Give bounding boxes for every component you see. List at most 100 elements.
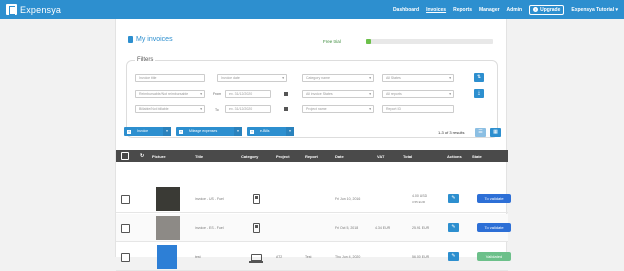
- ebills-button[interactable]: + e-Bills ▾: [247, 127, 294, 136]
- free-trial-label: Free trial: [323, 39, 341, 44]
- row-title[interactable]: invoice - US - Fuel: [195, 197, 224, 201]
- fuel-icon: [253, 223, 260, 233]
- col-actions: Actions: [447, 154, 462, 159]
- plus-icon: +: [127, 129, 131, 134]
- col-picture[interactable]: Picture: [152, 154, 166, 159]
- top-navbar: Expensya Dashboard Invoices Reports Mana…: [0, 0, 624, 19]
- document-icon: [128, 36, 133, 43]
- brand-name: Expensya: [20, 4, 62, 15]
- laptop-icon: [249, 254, 263, 263]
- row-date: Thu Jun 4, 2020: [335, 255, 361, 259]
- row-date: Fri Oct 5, 2018: [335, 226, 359, 230]
- table-row[interactable]: invoice - US - Fuel Fri Jun 10, 2016 4.0…: [116, 185, 511, 213]
- col-state[interactable]: State: [472, 154, 482, 159]
- edit-button[interactable]: ✎: [448, 223, 459, 232]
- nav-dashboard[interactable]: Dashboard: [393, 7, 419, 13]
- invoice-date-select[interactable]: Invoice date: [217, 74, 287, 82]
- calendar-icon[interactable]: [284, 107, 288, 111]
- nav-invoices[interactable]: Invoices: [426, 7, 446, 13]
- plus-icon: +: [179, 129, 183, 134]
- row-checkbox[interactable]: [121, 253, 130, 262]
- fuel-icon: [253, 194, 260, 204]
- col-category[interactable]: Category: [241, 154, 258, 159]
- row-vat: 4.34 EUR: [375, 226, 391, 230]
- from-label: From: [213, 92, 222, 96]
- report-id-input[interactable]: Report ID: [382, 105, 454, 113]
- state-badge[interactable]: To validate: [477, 194, 511, 203]
- from-date-input[interactable]: ex. 31/12/2020: [225, 90, 271, 98]
- filters-label: Filters: [135, 57, 156, 63]
- invoice-states-select[interactable]: All invoice States: [302, 90, 374, 98]
- row-report: Test: [305, 255, 312, 259]
- category-select[interactable]: Category name: [302, 74, 374, 82]
- page-title: My invoices: [128, 36, 173, 43]
- table-header: ↻ Picture Title Category Project Report …: [116, 150, 508, 162]
- table-row[interactable]: invoice - ES - Fuel Fri Oct 5, 2018 4.34…: [116, 214, 511, 242]
- project-select[interactable]: Project name: [302, 105, 374, 113]
- col-total[interactable]: Total: [403, 154, 412, 159]
- calendar-icon[interactable]: [284, 92, 288, 96]
- edit-button[interactable]: ✎: [448, 194, 459, 203]
- ebills-button-label: e-Bills: [260, 129, 270, 133]
- refresh-icon[interactable]: ↻: [140, 153, 144, 159]
- invoice-button[interactable]: + Invoice ▾: [124, 127, 171, 136]
- state-badge[interactable]: To validate: [477, 223, 511, 232]
- receipt-thumbnail[interactable]: [156, 187, 180, 211]
- upgrade-button[interactable]: ↑ Upgrade: [529, 4, 565, 15]
- invoice-button-label: Invoice: [137, 129, 149, 133]
- row-title[interactable]: test: [195, 255, 201, 259]
- to-date-input[interactable]: ex. 31/12/2020: [225, 105, 271, 113]
- reports-select[interactable]: All reports: [382, 90, 454, 98]
- right-margin: [507, 19, 624, 257]
- col-date[interactable]: Date: [335, 154, 344, 159]
- receipt-thumbnail[interactable]: [156, 216, 180, 240]
- results-count: 1-3 of 3 results: [438, 130, 465, 135]
- brand[interactable]: Expensya: [6, 4, 61, 15]
- user-menu[interactable]: Expensya Tutorial ▾: [571, 7, 618, 13]
- mileage-button[interactable]: + Mileage expenses ▾: [176, 127, 242, 136]
- spreadsheet-icon[interactable]: [157, 245, 177, 269]
- select-all-checkbox[interactable]: [121, 152, 129, 160]
- col-vat[interactable]: VAT: [377, 154, 384, 159]
- mileage-button-label: Mileage expenses: [189, 129, 218, 133]
- col-report[interactable]: Report: [305, 154, 318, 159]
- chevron-down-icon[interactable]: ▾: [163, 127, 171, 136]
- row-title[interactable]: invoice - ES - Fuel: [195, 226, 224, 230]
- row-total: 4.00 USD: [412, 194, 428, 198]
- plus-icon: +: [250, 129, 254, 134]
- upgrade-label: Upgrade: [540, 6, 561, 13]
- left-margin: [0, 19, 115, 257]
- trial-progress-bar: [366, 39, 493, 44]
- nav-admin[interactable]: Admin: [507, 7, 523, 13]
- user-name: Expensya Tutorial: [571, 6, 615, 13]
- page-title-text: My invoices: [136, 36, 173, 43]
- row-checkbox[interactable]: [121, 224, 130, 233]
- nav-reports[interactable]: Reports: [453, 7, 472, 13]
- chevron-down-icon[interactable]: ▾: [286, 127, 294, 136]
- billable-select[interactable]: Billable/Not billable: [135, 105, 205, 113]
- main-nav: Dashboard Invoices Reports Manager Admin…: [393, 0, 618, 19]
- invoice-title-input[interactable]: Invoice title: [135, 74, 205, 82]
- reimbursable-select[interactable]: Reimbursable/Not reimbursable: [135, 90, 205, 98]
- row-checkbox[interactable]: [121, 195, 130, 204]
- col-title[interactable]: Title: [195, 154, 203, 159]
- row-total: 25.91 EUR: [412, 226, 430, 230]
- expensya-logo-icon: [6, 4, 17, 15]
- nav-manager[interactable]: Manager: [479, 7, 500, 13]
- upgrade-icon: ↑: [533, 7, 539, 12]
- row-date: Fri Jun 10, 2016: [335, 197, 361, 201]
- download-button[interactable]: ⤓: [474, 89, 484, 98]
- col-project[interactable]: Project: [276, 154, 290, 159]
- trial-progress-fill: [366, 39, 372, 44]
- row-project: AT2: [276, 255, 283, 259]
- all-states-select[interactable]: All States: [382, 74, 454, 82]
- filter-options-button[interactable]: ⇅: [474, 73, 484, 82]
- chevron-down-icon[interactable]: ▾: [234, 127, 242, 136]
- row-total: 56.00 EUR: [412, 255, 430, 259]
- grid-view-button[interactable]: ▦: [490, 128, 501, 137]
- to-label: To: [215, 108, 219, 112]
- table-row[interactable]: test AT2 Test Thu Jun 4, 2020 56.00 EUR …: [116, 243, 511, 271]
- row-total-converted: 3.55 EUR: [412, 200, 426, 204]
- main-panel: My invoices Free trial Filters Invoice t…: [115, 19, 511, 271]
- list-view-button[interactable]: ☰: [475, 128, 486, 137]
